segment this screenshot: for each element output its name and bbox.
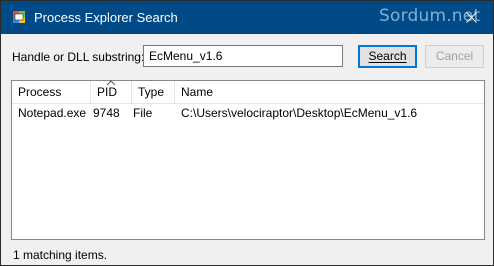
list-header: Process PID Type Name: [12, 80, 484, 104]
cancel-button[interactable]: Cancel: [425, 45, 484, 68]
column-header-type[interactable]: Type: [132, 81, 175, 103]
close-icon: [466, 12, 477, 23]
column-header-process[interactable]: Process: [12, 81, 91, 103]
cancel-button-label: Cancel: [435, 49, 474, 63]
search-label: Handle or DLL substring:: [12, 50, 145, 64]
column-header-process-label: Process: [18, 85, 62, 99]
table-row[interactable]: Notepad.exe 9748 File C:\Users\velocirap…: [12, 104, 484, 122]
row-type: File: [133, 106, 153, 120]
column-header-pid-label: PID: [97, 85, 118, 99]
dialog-content: Handle or DLL substring: EcMenu_v1.6 Sea…: [1, 34, 493, 265]
sort-ascending-icon: [106, 80, 116, 86]
row-process: Notepad.exe: [18, 106, 87, 120]
row-pid: 9748: [93, 106, 120, 120]
status-text: 1 matching items.: [13, 248, 108, 262]
row-name: C:\Users\velociraptor\Desktop\EcMenu_v1.…: [181, 106, 418, 120]
column-header-name-label: Name: [181, 85, 214, 99]
search-input[interactable]: EcMenu_v1.6: [143, 45, 343, 67]
title-bar[interactable]: Process Explorer Search Sordum.net: [1, 1, 493, 34]
results-list[interactable]: Process PID Type Name Notepad.exe 9748 F…: [11, 80, 485, 240]
column-header-type-label: Type: [138, 85, 165, 99]
window-title: Process Explorer Search: [34, 10, 178, 25]
search-button[interactable]: Search: [358, 45, 417, 68]
close-button[interactable]: [451, 1, 493, 34]
search-button-label: Search: [368, 49, 407, 63]
process-explorer-icon: [11, 9, 27, 25]
search-dialog: Process Explorer Search Sordum.net Handl…: [0, 0, 494, 266]
column-header-name[interactable]: Name: [175, 81, 484, 103]
